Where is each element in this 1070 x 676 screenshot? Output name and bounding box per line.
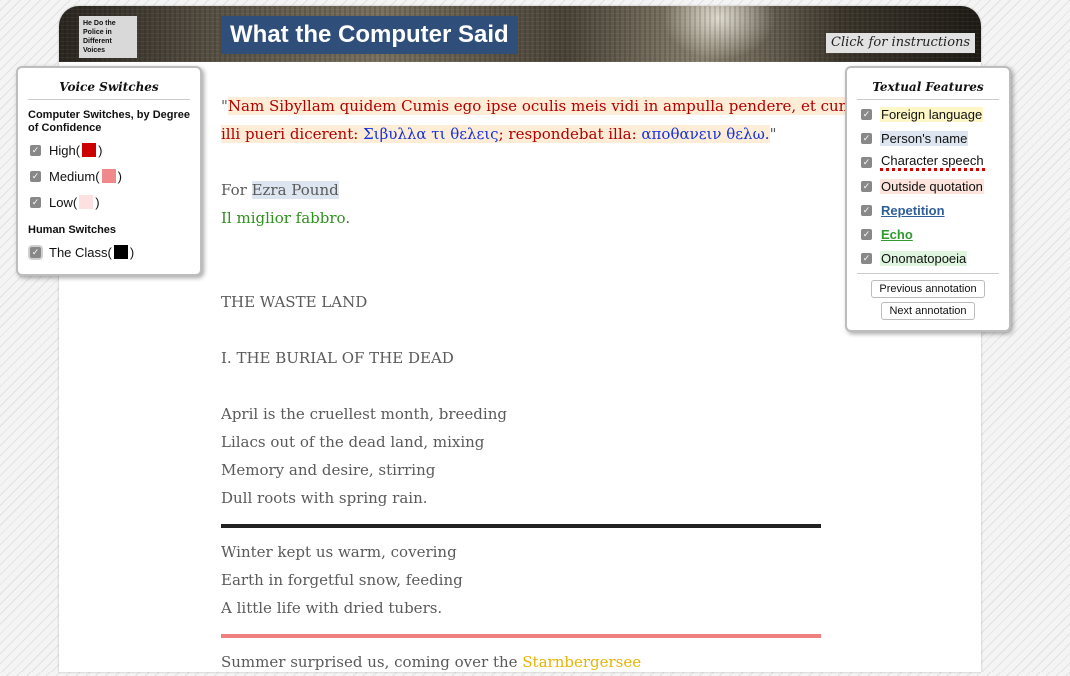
latin-text: illi pueri dicerent:: [221, 125, 364, 143]
epigraph-line-2: illi pueri dicerent: Σιβυλλα τι θελεις; …: [221, 120, 821, 148]
voice-switches-title: Voice Switches: [28, 68, 190, 100]
foreign-place-name: Starnbergersee: [522, 653, 642, 671]
feature-speech-toggle[interactable]: ✓ Character speech: [847, 150, 1009, 174]
feature-label: Echo: [881, 226, 913, 242]
header-banner: He Do the Police in Different Voices Wha…: [59, 6, 981, 62]
checkbox-icon[interactable]: ✓: [861, 180, 872, 192]
poem-line: April is the cruellest month, breeding: [221, 405, 507, 423]
poem-text-span: Summer surprised us, coming over the: [221, 653, 523, 671]
checkbox-icon[interactable]: ✓: [30, 246, 41, 258]
color-swatch: [101, 169, 116, 183]
computer-switches-heading: Computer Switches, by Degree of Confiden…: [28, 109, 190, 134]
textual-features-panel: Textual Features ✓ Foreign language ✓ Perso…: [845, 66, 1011, 332]
poem-text: "Nam Sibyllam quidem Cumis ego ipse ocul…: [221, 92, 853, 676]
poem-line: Memory and desire, stirring: [221, 461, 436, 479]
checkbox-icon[interactable]: ✓: [861, 132, 872, 144]
feature-label: Repetition: [881, 202, 945, 218]
instructions-button[interactable]: Click for instructions: [826, 33, 976, 53]
poem-line: A little life with dried tubers.: [221, 599, 443, 617]
feature-name-toggle[interactable]: ✓ Person's name: [847, 126, 1009, 150]
switch-label: High: [49, 142, 76, 158]
poem-line: Earth in forgetful snow, feeding: [221, 571, 463, 589]
outside-quotation: Nam Sibyllam quidem Cumis ego ipse oculi…: [227, 97, 853, 115]
poem-line: Winter kept us warm, covering: [221, 543, 457, 561]
feature-label: Onomatopoeia: [880, 250, 968, 266]
textual-features-title: Textual Features: [857, 68, 999, 100]
voice-switch-rule-medium[interactable]: [221, 634, 821, 638]
levels-medium-toggle[interactable]: ✓ Medium (): [18, 163, 200, 189]
human-switches-heading: Human Switches: [28, 224, 117, 236]
feature-outside-toggle[interactable]: ✓ Outside quotation: [847, 174, 1009, 198]
feature-repetition-toggle[interactable]: ✓ Repetition: [847, 198, 1009, 222]
switch-label: The Class: [49, 244, 108, 260]
color-swatch: [82, 143, 97, 157]
switch-label: Low: [49, 194, 73, 210]
epigraph-line-1: "Nam Sibyllam quidem Cumis ego ipse ocul…: [221, 92, 853, 120]
previous-annotation-button[interactable]: Previous annotation: [871, 280, 985, 298]
feature-label: Foreign language: [880, 106, 984, 122]
poem-line: Dull roots with spring rain.: [221, 489, 428, 507]
switch-label: Medium: [49, 168, 96, 184]
site-logo[interactable]: He Do the Police in Different Voices: [79, 16, 137, 58]
feature-label: Person's name: [880, 130, 969, 146]
feature-onomatopoeia-toggle[interactable]: ✓ Onomatopoeia: [847, 246, 1009, 270]
feature-echo-toggle[interactable]: ✓ Echo: [847, 222, 1009, 246]
checkbox-icon[interactable]: ✓: [861, 252, 872, 264]
dedication-prefix: For: [221, 181, 252, 199]
checkbox-icon[interactable]: ✓: [30, 170, 41, 182]
page-title: What the Computer Said: [221, 16, 518, 54]
checkbox-icon[interactable]: ✓: [861, 108, 872, 120]
punctuation: .: [345, 209, 351, 227]
persons-name: Ezra Pound: [251, 181, 339, 199]
feature-label: Character speech: [880, 153, 985, 171]
checkbox-icon[interactable]: ✓: [861, 156, 872, 168]
fabbro-line: Il miglior fabbro.: [221, 204, 821, 232]
quote-mark: ": [221, 97, 228, 115]
next-annotation-button[interactable]: Next annotation: [881, 302, 975, 320]
echo-phrase: Il miglior fabbro: [221, 209, 346, 227]
poem-title: THE WASTE LAND: [221, 293, 368, 311]
voice-switch-rule-high[interactable]: [221, 524, 821, 528]
color-swatch: [113, 245, 128, 259]
latin-text: ; respondebat illa:: [498, 125, 642, 143]
quote-mark: ": [769, 125, 777, 143]
poem-line: Lilacs out of the dead land, mixing: [221, 433, 485, 451]
feature-foreign-toggle[interactable]: ✓ Foreign language: [847, 102, 1009, 126]
foreign-greek: αποθανειν θελω.: [641, 125, 770, 143]
section-title: I. THE BURIAL OF THE DEAD: [221, 349, 454, 367]
outside-quotation: illi pueri dicerent: Σιβυλλα τι θελεις; …: [221, 125, 770, 143]
feature-label: Outside quotation: [880, 178, 984, 194]
color-swatch: [79, 195, 94, 209]
voice-switches-panel: Voice Switches Computer Switches, by Deg…: [16, 66, 202, 276]
human-the-class-toggle[interactable]: ✓ The Class (): [18, 239, 200, 265]
checkbox-icon[interactable]: ✓: [861, 204, 872, 216]
levels-high-toggle[interactable]: ✓ High (): [18, 137, 200, 163]
foreign-greek: Σιβυλλα τι θελεις: [363, 125, 499, 143]
dedication-line: For Ezra Pound: [221, 176, 821, 204]
checkbox-icon[interactable]: ✓: [30, 144, 41, 156]
checkbox-icon[interactable]: ✓: [30, 196, 41, 208]
levels-low-toggle[interactable]: ✓ Low (): [18, 189, 200, 215]
checkbox-icon[interactable]: ✓: [861, 228, 872, 240]
